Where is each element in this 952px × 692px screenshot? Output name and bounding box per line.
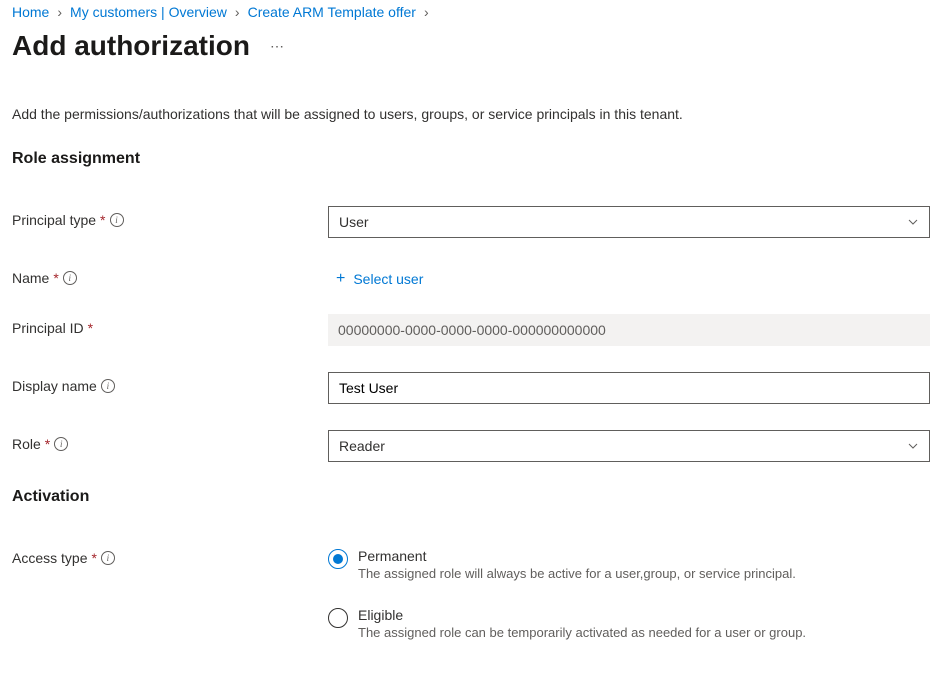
required-indicator: * <box>45 436 50 452</box>
field-role: Role * i Reader <box>12 430 940 462</box>
required-indicator: * <box>100 212 105 228</box>
chevron-right-icon: › <box>235 4 240 20</box>
field-name: Name * i + Select user <box>12 264 940 288</box>
role-label: Role <box>12 436 41 452</box>
role-value: Reader <box>339 438 385 454</box>
select-user-button[interactable]: + Select user <box>328 264 423 288</box>
required-indicator: * <box>88 320 93 336</box>
title-bar: Add authorization ⋯ <box>12 30 940 62</box>
access-type-eligible[interactable]: Eligible The assigned role can be tempor… <box>328 607 930 640</box>
chevron-right-icon: › <box>424 4 429 20</box>
access-type-radio-group: Permanent The assigned role will always … <box>328 544 930 640</box>
field-access-type: Access type * i Permanent The assigned r… <box>12 544 940 640</box>
info-icon[interactable]: i <box>110 213 124 227</box>
section-role-assignment: Role assignment <box>12 150 940 168</box>
plus-icon: + <box>336 270 345 288</box>
field-principal-id: Principal ID * 00000000-0000-0000-0000-0… <box>12 314 940 346</box>
select-user-label: Select user <box>353 271 423 287</box>
access-type-permanent[interactable]: Permanent The assigned role will always … <box>328 548 930 581</box>
page-title: Add authorization <box>12 30 250 62</box>
required-indicator: * <box>91 550 96 566</box>
principal-id-field: 00000000-0000-0000-0000-000000000000 <box>328 314 930 346</box>
role-select[interactable]: Reader <box>328 430 930 462</box>
page-description: Add the permissions/authorizations that … <box>12 106 940 122</box>
principal-type-value: User <box>339 214 369 230</box>
radio-description: The assigned role will always be active … <box>358 566 796 581</box>
section-activation: Activation <box>12 488 940 506</box>
principal-type-label: Principal type <box>12 212 96 228</box>
display-name-label: Display name <box>12 378 97 394</box>
info-icon[interactable]: i <box>54 437 68 451</box>
more-menu[interactable]: ⋯ <box>270 38 286 55</box>
radio-button-icon <box>328 608 348 628</box>
breadcrumb-create-arm-template[interactable]: Create ARM Template offer <box>248 4 416 20</box>
info-icon[interactable]: i <box>63 271 77 285</box>
radio-description: The assigned role can be temporarily act… <box>358 625 806 640</box>
chevron-down-icon <box>907 216 919 228</box>
chevron-right-icon: › <box>57 4 62 20</box>
required-indicator: * <box>53 270 58 286</box>
principal-id-label: Principal ID <box>12 320 84 336</box>
radio-button-icon <box>328 549 348 569</box>
chevron-down-icon <box>907 440 919 452</box>
breadcrumb-my-customers[interactable]: My customers | Overview <box>70 4 227 20</box>
info-icon[interactable]: i <box>101 379 115 393</box>
access-type-label: Access type <box>12 550 87 566</box>
field-principal-type: Principal type * i User <box>12 206 940 238</box>
radio-label: Eligible <box>358 607 806 623</box>
info-icon[interactable]: i <box>101 551 115 565</box>
display-name-input[interactable] <box>328 372 930 404</box>
radio-label: Permanent <box>358 548 796 564</box>
breadcrumb: Home › My customers | Overview › Create … <box>12 4 940 20</box>
breadcrumb-home[interactable]: Home <box>12 4 49 20</box>
name-label: Name <box>12 270 49 286</box>
field-display-name: Display name i <box>12 372 940 404</box>
principal-type-select[interactable]: User <box>328 206 930 238</box>
